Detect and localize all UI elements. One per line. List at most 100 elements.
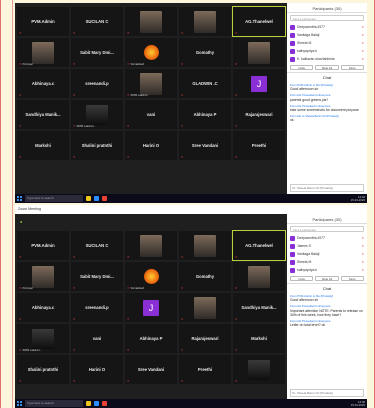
video-tile[interactable]: ✕ SD8S Lakshmi...	[71, 100, 123, 129]
video-tile[interactable]: ✕	[233, 262, 285, 291]
windows-start-icon[interactable]	[17, 196, 22, 201]
muted-mic-icon: ✕	[127, 255, 130, 259]
participant-row[interactable]: Jaimes S ✕	[287, 242, 367, 250]
video-tile[interactable]: Shalini pratnthi ✕	[71, 131, 123, 160]
tile-label: Principal	[22, 286, 33, 290]
video-tile[interactable]: ✕	[125, 231, 177, 260]
mute-all-button[interactable]: Mute All	[315, 276, 339, 281]
video-tile[interactable]: Harini O ✕	[71, 355, 123, 384]
chat-recipient-select[interactable]: To: Sheela Banmi M (Privately)	[290, 184, 364, 192]
video-tile[interactable]: AG.Thanelwel ✕	[232, 6, 286, 37]
security-shield-icon[interactable]: ●	[20, 219, 22, 224]
video-tile[interactable]: Shalini pratnthi ✕	[17, 355, 69, 384]
video-tile[interactable]: AG.Thanelwel ✕	[232, 230, 286, 261]
video-tile[interactable]: ✕ Principal	[17, 38, 69, 67]
video-tile[interactable]: Sree Vandani ✕	[179, 131, 231, 160]
video-tile[interactable]: ✕	[233, 38, 285, 67]
participant-row[interactable]: Vanitaga Balaji ✕	[287, 250, 367, 258]
invite-button[interactable]: Invite	[290, 65, 314, 70]
video-tile[interactable]: Gomathy ✕	[179, 38, 231, 67]
video-tile[interactable]: ✕ Srimakdash	[125, 262, 177, 291]
participant-row[interactable]: sathyapriya.k ✕	[287, 47, 367, 55]
video-tile[interactable]: ✕ Principal	[17, 262, 69, 291]
video-tile[interactable]: ✕ Srimakdash	[125, 38, 177, 67]
video-tile[interactable]: Sandhiya Manik... ✕	[233, 293, 285, 322]
participant-video	[86, 104, 108, 125]
taskbar-search-input[interactable]: Type here to search	[25, 400, 83, 407]
video-tile[interactable]: J ✕	[233, 69, 285, 98]
video-tile[interactable]: sreenandi.p ✕	[71, 293, 123, 322]
invite-button[interactable]: Invite	[290, 276, 314, 281]
video-tile[interactable]: SUCILAN C ✕	[71, 231, 123, 260]
muted-mic-icon: ✕	[19, 379, 22, 383]
participant-row[interactable]: Deepaambhu1977 ✕	[287, 234, 367, 242]
participant-video	[32, 328, 54, 349]
video-tile[interactable]: Sandhiya Manik... ✕	[17, 100, 69, 129]
video-tile[interactable]: ✕	[233, 355, 285, 384]
video-tile[interactable]: Abhinaya P ✕	[125, 324, 177, 353]
system-clock: 14:02 15-04-2020	[350, 194, 365, 202]
chat-recipient-select[interactable]: To: Sheela Banmi M (Privately)	[290, 389, 364, 397]
mute-all-button[interactable]: Mute All	[315, 65, 339, 70]
more-button[interactable]: More	[340, 65, 364, 70]
video-tile[interactable]: Sabit Mary Dmi... ✕	[71, 38, 123, 67]
tile-footer: ✕ SD8S Lakshmi	[127, 93, 148, 97]
chat-message-text: ok	[290, 118, 294, 123]
video-tile[interactable]: Abhinaya P ✕	[179, 100, 231, 129]
video-tile[interactable]: PVM.Admin ✕	[17, 231, 69, 260]
video-tile[interactable]: Preethi ✕	[179, 355, 231, 384]
participant-search-input[interactable]: Find a participant	[290, 15, 364, 21]
video-tile[interactable]: Gomathy ✕	[179, 262, 231, 291]
tile-label: SD8S Lakshmi...	[76, 124, 96, 128]
video-tile[interactable]: Preethi ✕	[233, 131, 285, 160]
video-tile[interactable]: Harini O ✕	[125, 131, 177, 160]
zoom-icon[interactable]	[94, 401, 99, 406]
video-tile[interactable]: Rajarajeswari ✕	[179, 324, 231, 353]
video-tile[interactable]: J ✕	[125, 293, 177, 322]
video-tile[interactable]: ✕	[179, 293, 231, 322]
video-tile[interactable]: Sabit Mary Dmi... ✕	[71, 262, 123, 291]
participant-row[interactable]: Sheela M ✕	[287, 258, 367, 266]
participant-name: Sabit Mary Dmi...	[80, 50, 114, 55]
video-tile[interactable]: Markshi ✕	[233, 324, 285, 353]
video-tile[interactable]: GLADWIN .C ✕	[179, 69, 231, 98]
tile-footer: ✕	[73, 93, 77, 97]
video-tile[interactable]: ✕ SD8S Lakshmi...	[17, 324, 69, 353]
file-explorer-icon[interactable]	[86, 401, 91, 406]
participant-row[interactable]: Deepaambhu1977 ✕	[287, 23, 367, 31]
video-tile[interactable]: vani ✕	[71, 324, 123, 353]
video-tile[interactable]: ✕	[125, 7, 177, 36]
chrome-icon[interactable]	[102, 401, 107, 406]
participant-search-input[interactable]: Find a participant	[290, 226, 364, 232]
file-explorer-icon[interactable]	[86, 196, 91, 201]
muted-mic-icon: ✕	[235, 379, 238, 383]
participant-row[interactable]: sathyapriya.k ✕	[287, 266, 367, 274]
participant-row-name: Sheela M	[297, 260, 312, 264]
video-tile[interactable]: ✕	[179, 7, 231, 36]
participant-avatar	[290, 56, 295, 62]
participant-row[interactable]: Sheela M ✕	[287, 39, 367, 47]
participant-avatar	[290, 48, 295, 54]
participant-row[interactable]: Vanitaga Balaji ✕	[287, 31, 367, 39]
muted-mic-icon: ✕	[181, 62, 184, 66]
video-tile[interactable]: ✕ SD8S Lakshmi	[125, 69, 177, 98]
video-tile[interactable]: Rajarajeswari ✕	[233, 100, 285, 129]
participant-video	[194, 10, 216, 33]
video-tile[interactable]: Abhinaya.c ✕	[17, 69, 69, 98]
video-tile[interactable]: Sree Vandani ✕	[125, 355, 177, 384]
video-tile[interactable]: sreenandi.p ✕	[71, 69, 123, 98]
chrome-icon[interactable]	[102, 196, 107, 201]
video-tile[interactable]: vani ✕	[125, 100, 177, 129]
zoom-icon[interactable]	[94, 196, 99, 201]
participant-name: Preethi	[197, 367, 213, 372]
participant-row[interactable]: K. kalilavan ukar/lahbinla ✕	[287, 55, 367, 63]
taskbar-search-input[interactable]: Type here to search	[25, 195, 83, 202]
video-tile[interactable]: ✕	[179, 231, 231, 260]
video-tile[interactable]: Abhinaya.c ✕	[17, 293, 69, 322]
windows-start-icon[interactable]	[17, 401, 22, 406]
video-tile[interactable]: Markshi ✕	[17, 131, 69, 160]
video-tile[interactable]: SUCILAN C ✕	[71, 7, 123, 36]
tile-footer: ✕	[19, 124, 23, 128]
more-button[interactable]: More	[340, 276, 364, 281]
video-tile[interactable]: PVM.Admin ✕	[17, 7, 69, 36]
